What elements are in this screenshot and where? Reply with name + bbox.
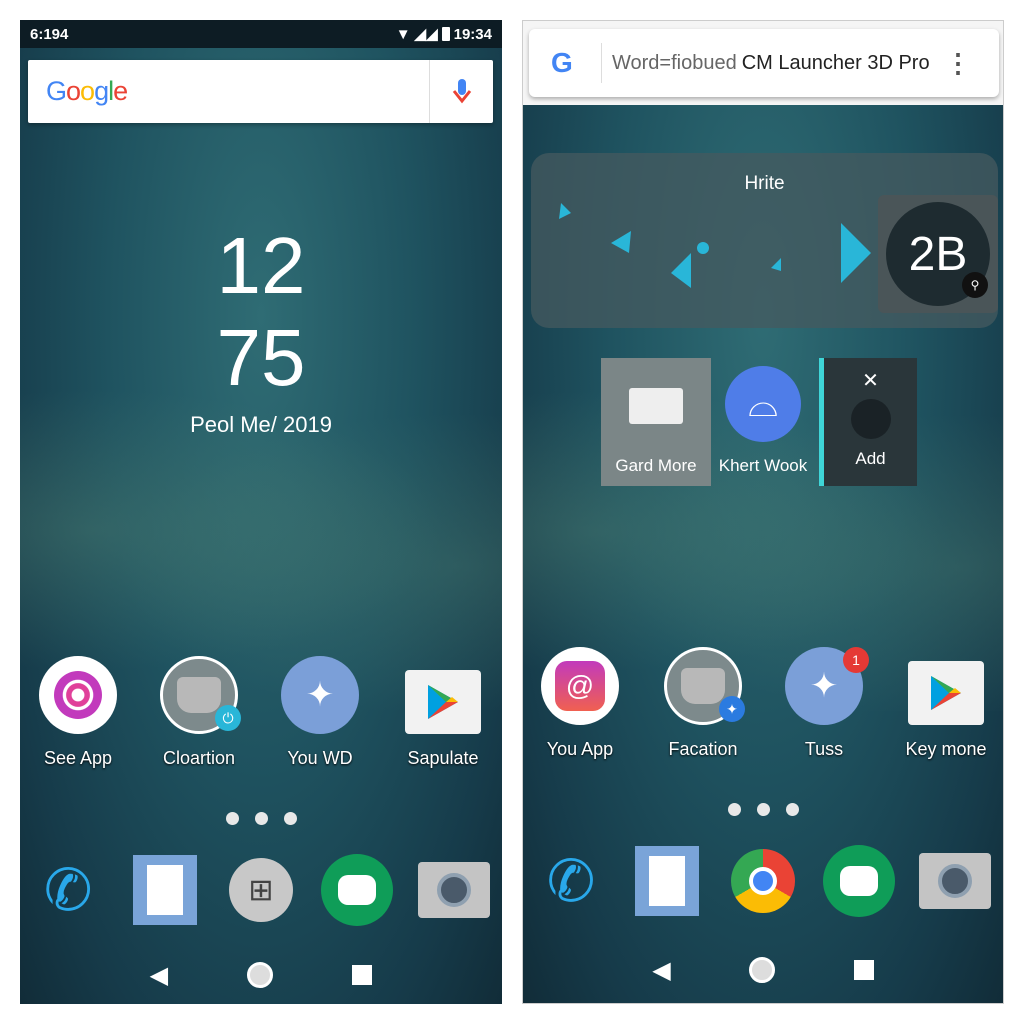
sparkle-icon: ✦ bbox=[281, 656, 359, 734]
google-search-bar[interactable]: Google bbox=[28, 60, 493, 123]
app-you-wd[interactable]: ✦ You WD bbox=[265, 656, 375, 769]
widget-value: 2B bbox=[908, 227, 968, 281]
app-label: Facation bbox=[668, 739, 738, 759]
tile-add[interactable]: ✕ Add bbox=[819, 358, 917, 486]
hangouts-icon[interactable] bbox=[321, 854, 394, 926]
app-key-mone[interactable]: Key mone bbox=[891, 647, 1001, 760]
tile-gard-more[interactable]: Gard More bbox=[601, 358, 711, 486]
back-icon[interactable]: ◀ bbox=[652, 956, 670, 985]
notification-badge: 1 bbox=[843, 647, 869, 673]
status-time: 19:34 bbox=[453, 25, 492, 43]
app-label: Cloartion bbox=[162, 748, 236, 768]
phone-icon[interactable]: ✆ bbox=[32, 854, 104, 926]
hangouts-icon[interactable] bbox=[823, 845, 895, 917]
notes-icon[interactable] bbox=[631, 845, 703, 917]
app-you-app[interactable]: @ You App bbox=[525, 647, 635, 760]
tile-label: Add bbox=[855, 449, 886, 468]
sparkle-icon: ✦ 1 bbox=[785, 647, 869, 725]
app-label: You WD bbox=[287, 748, 353, 768]
apps-grid-icon[interactable]: ⊞ bbox=[225, 854, 297, 926]
left-phone-screen: 6:194 ▼ ◢◢ 19:34 Google 12 75 Peol Me/ 2… bbox=[20, 20, 502, 1004]
tile-khert-wook[interactable]: ⌓ Khert Wook bbox=[713, 358, 813, 486]
status-left-time: 6:194 bbox=[30, 25, 69, 43]
home-icon[interactable] bbox=[749, 957, 776, 983]
widget-card[interactable]: Hrite 2B ⚲ bbox=[531, 153, 998, 328]
notes-icon[interactable] bbox=[129, 854, 201, 926]
badge-icon: ✦ bbox=[719, 696, 745, 722]
app-label: Key mone bbox=[905, 739, 987, 759]
tile-label: Gard More bbox=[615, 456, 697, 475]
castle-icon: ✦ bbox=[664, 647, 745, 725]
right-phone-screen: G Word=fiobued CM Launcher 3D Pro ⋮ Hrit… bbox=[522, 20, 1004, 1004]
search-text: CM Launcher 3D Pro bbox=[741, 51, 930, 74]
recents-icon[interactable] bbox=[352, 965, 373, 985]
nav-bar: ◀ bbox=[523, 955, 1003, 985]
widget-value-panel: 2B ⚲ bbox=[878, 195, 998, 313]
camera-icon[interactable] bbox=[417, 854, 490, 926]
battery-icon bbox=[441, 27, 450, 41]
status-bar: 6:194 ▼ ◢◢ 19:34 bbox=[20, 20, 502, 48]
app-cloartion[interactable]: ⏻ Cloartion bbox=[144, 656, 254, 769]
play-store-icon bbox=[405, 670, 481, 734]
mail-icon bbox=[629, 388, 683, 424]
tile-label: Khert Wook bbox=[718, 456, 808, 475]
badge-icon: ⏻ bbox=[215, 705, 241, 731]
google-logo: Google bbox=[46, 76, 128, 106]
app-label: Tuss bbox=[804, 739, 844, 759]
instagram-like-icon bbox=[39, 656, 117, 734]
clock-hour: 12 bbox=[216, 221, 306, 310]
play-store-icon bbox=[908, 661, 984, 725]
instagram-like-icon: @ bbox=[541, 647, 619, 725]
more-options-icon[interactable]: ⋮ bbox=[945, 48, 971, 79]
launcher-search-bar[interactable]: G Word=fiobued CM Launcher 3D Pro ⋮ bbox=[529, 29, 999, 97]
app-sapulate[interactable]: Sapulate bbox=[388, 656, 498, 769]
app-label: You App bbox=[546, 739, 614, 759]
app-facation[interactable]: ✦ Facation bbox=[648, 647, 758, 760]
clock-minute: 75 bbox=[216, 313, 306, 402]
clock-date: Peol Me/ 2019 bbox=[190, 412, 332, 437]
dock: ✆ bbox=[523, 845, 1003, 917]
search-text-prefix: Word=fiobued bbox=[612, 51, 737, 74]
dock: ✆ ⊞ bbox=[20, 854, 502, 926]
app-label: Sapulate bbox=[407, 748, 479, 768]
phone-icon[interactable]: ✆ bbox=[535, 845, 607, 917]
back-icon[interactable]: ◀ bbox=[150, 961, 168, 990]
castle-icon: ⏻ bbox=[160, 656, 241, 734]
chrome-icon[interactable] bbox=[727, 845, 799, 917]
wifi-icon: ▼ bbox=[395, 25, 411, 43]
contact-icon: ⌓ bbox=[725, 366, 801, 442]
home-icon[interactable] bbox=[247, 962, 274, 988]
nav-bar: ◀ bbox=[20, 960, 502, 990]
google-g-icon: G bbox=[551, 47, 573, 78]
triangles-decoration bbox=[559, 203, 871, 288]
clock-icon bbox=[850, 399, 891, 439]
app-see-app[interactable]: See App bbox=[23, 656, 133, 769]
search-small-icon[interactable]: ⚲ bbox=[962, 272, 988, 298]
mic-icon[interactable] bbox=[429, 60, 493, 123]
app-label: See App bbox=[43, 748, 113, 768]
recents-icon[interactable] bbox=[853, 960, 874, 980]
page-indicator[interactable] bbox=[20, 812, 502, 825]
app-tuss[interactable]: ✦ 1 Tuss bbox=[769, 647, 879, 760]
close-icon[interactable]: ✕ bbox=[824, 368, 917, 393]
page-indicator[interactable] bbox=[523, 803, 1003, 816]
signal-icon: ◢◢ bbox=[414, 26, 438, 43]
camera-icon[interactable] bbox=[919, 845, 991, 917]
